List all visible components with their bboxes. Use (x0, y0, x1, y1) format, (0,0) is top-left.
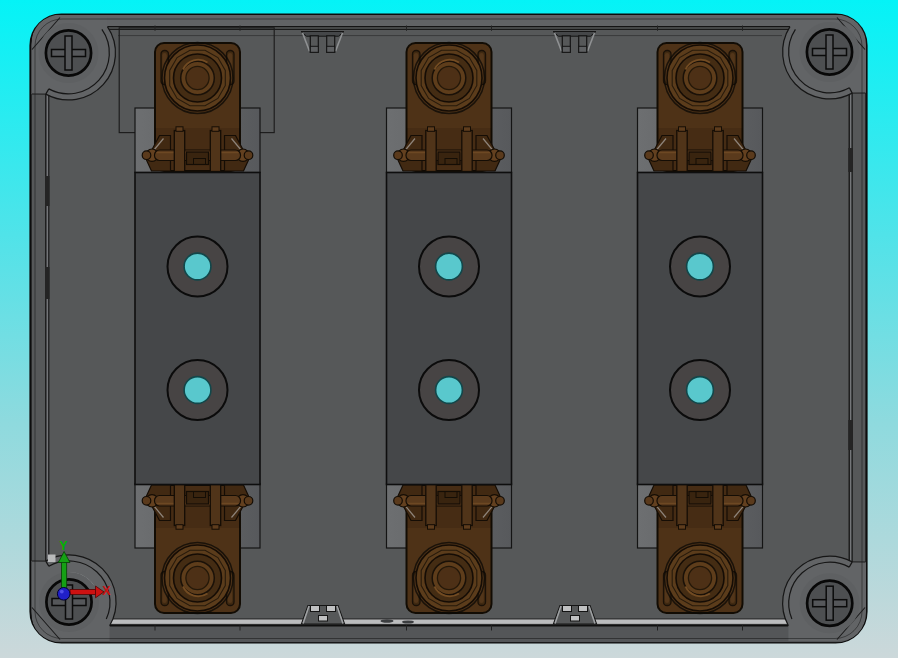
svg-text:X: X (102, 584, 111, 598)
svg-text:Y: Y (59, 539, 68, 553)
